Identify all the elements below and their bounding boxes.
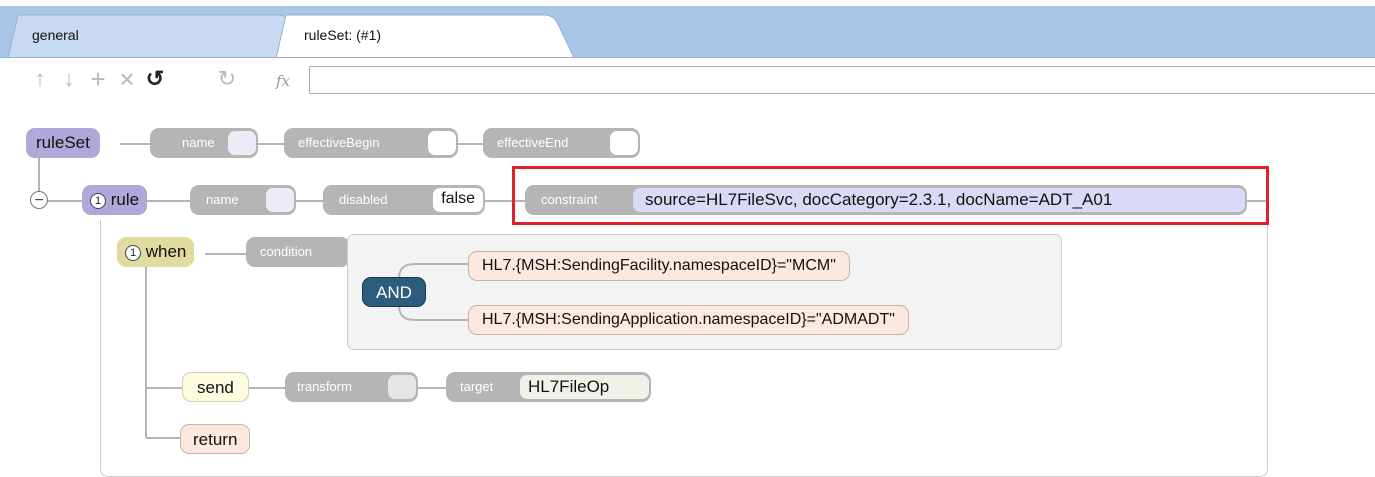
collapse-icon[interactable]: −: [30, 191, 48, 209]
condition-sending-application[interactable]: HL7.{MSH:SendingApplication.namespaceID}…: [468, 305, 909, 335]
target-value[interactable]: HL7FileOp: [520, 375, 649, 399]
rule-disabled-field[interactable]: disabled false: [323, 185, 485, 215]
when-label: when: [145, 242, 187, 261]
tab-general-label: general: [32, 27, 79, 43]
rule-count-badge: 1: [90, 193, 106, 209]
tab-bar: general ruleSet: (#1): [0, 0, 1375, 58]
when-count-badge: 1: [125, 245, 141, 261]
effectiveend-value[interactable]: [610, 131, 638, 155]
when-node[interactable]: 1 when: [117, 237, 195, 267]
when-condition-field: condition: [246, 237, 350, 267]
condition-sending-facility[interactable]: HL7.{MSH:SendingFacility.namespaceID}="M…: [468, 251, 850, 281]
expression-input[interactable]: [309, 66, 1375, 94]
redo-icon[interactable]: ↻: [216, 66, 238, 92]
undo-icon[interactable]: ↺: [144, 66, 166, 92]
transform-label: transform: [297, 379, 352, 394]
ruleset-name-label: name: [182, 135, 215, 150]
tab-ruleset-label: ruleSet: (#1): [304, 27, 382, 43]
target-label: target: [460, 379, 494, 394]
tab-ruleset[interactable]: ruleSet: (#1): [276, 14, 576, 58]
tab-general[interactable]: general: [8, 14, 308, 58]
ruleset-name-field[interactable]: name: [150, 128, 258, 158]
rule-name-value[interactable]: [266, 188, 294, 212]
send-target-field[interactable]: target HL7FileOp: [446, 372, 651, 402]
plus-icon[interactable]: +: [87, 66, 109, 92]
condition-label: condition: [260, 244, 313, 259]
ruleset-name-value[interactable]: [228, 131, 256, 155]
rule-disabled-value[interactable]: false: [433, 188, 483, 212]
ruleset-effectivebegin-field[interactable]: effectiveBegin: [284, 128, 458, 158]
rule-disabled-label: disabled: [339, 192, 388, 207]
return-node[interactable]: return: [180, 424, 251, 454]
effectivebegin-label: effectiveBegin: [298, 135, 380, 150]
connector-ruleset-vertical: [38, 158, 40, 194]
ruleset-effectiveend-field[interactable]: effectiveEnd: [483, 128, 640, 158]
send-node[interactable]: send: [182, 372, 249, 402]
close-icon[interactable]: ×: [116, 66, 138, 92]
ruleset-node[interactable]: ruleSet: [26, 128, 100, 158]
rule-label: rule: [110, 190, 140, 209]
rule-name-field[interactable]: name: [190, 185, 296, 215]
rule-name-label: name: [206, 192, 239, 207]
send-transform-field[interactable]: transform: [285, 372, 418, 402]
constraint-highlight-box: [512, 166, 1269, 225]
and-operator[interactable]: AND: [362, 277, 426, 307]
transform-value[interactable]: [388, 375, 416, 399]
fx-icon[interactable]: fx: [272, 68, 294, 94]
effectiveend-label: effectiveEnd: [497, 135, 569, 150]
effectivebegin-value[interactable]: [428, 131, 456, 155]
arrow-down-icon[interactable]: ↓: [58, 66, 80, 92]
rule-node[interactable]: 1 rule: [82, 185, 148, 215]
arrow-up-icon[interactable]: ↑: [29, 66, 51, 92]
